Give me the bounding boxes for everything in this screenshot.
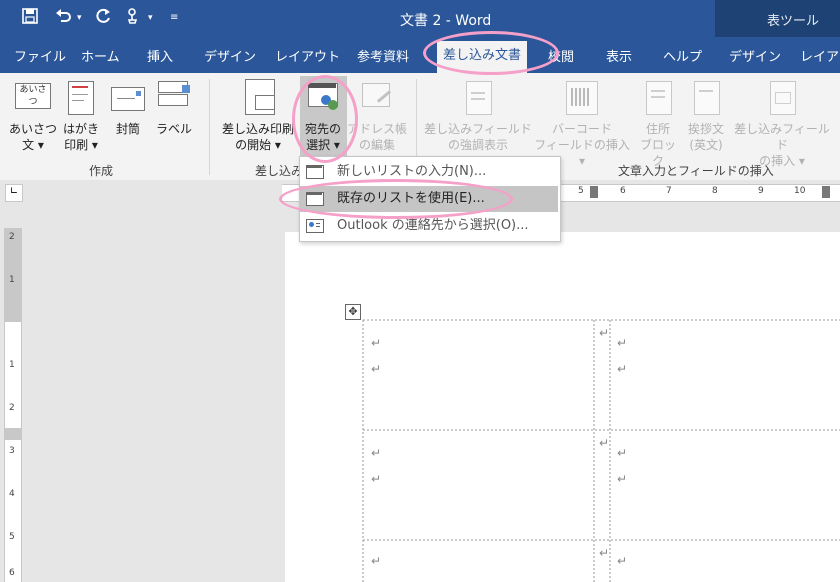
address-block-label: 住所 [645, 122, 670, 136]
label-table-grid [362, 319, 840, 582]
tab-file[interactable]: ファイル [14, 46, 66, 65]
insert-field-icon [770, 81, 796, 115]
ruler-tick: 2 [9, 403, 15, 413]
highlight-fields-label: 差し込みフィールド [424, 122, 532, 136]
highlight-circle-existing-list [279, 179, 513, 219]
start-mail-merge-label: 差し込み印刷 [221, 122, 294, 136]
ruler-tick: 6 [620, 186, 626, 196]
start-mail-merge-label2: の開始 ▾ [235, 138, 281, 152]
edit-list-icon [362, 83, 394, 111]
end-of-cell-mark: ↵ [599, 326, 610, 340]
ruler-tick: 5 [9, 532, 15, 542]
vertical-ruler[interactable]: 2 1 1 2 3 4 5 6 [4, 228, 22, 582]
ribbon-tabs: ファイル ホーム 挿入 デザイン レイアウト 参考資料 差し込み文書 校閲 表示… [0, 37, 840, 73]
highlight-circle-mailings-tab [423, 31, 559, 75]
postcard-button-label: はがき [62, 122, 99, 136]
highlight-fields-button[interactable]: 差し込みフィールド の強調表示 [424, 121, 532, 153]
edit-list-label2: の編集 [358, 138, 395, 152]
paragraph-mark: ↵ [617, 336, 628, 350]
greeting-button-label: あいさつ [8, 122, 57, 136]
highlight-fields-icon [466, 81, 492, 115]
paragraph-mark: ↵ [371, 554, 382, 568]
highlight-fields-label2: の強調表示 [447, 138, 508, 152]
postcard-button[interactable]: はがき 印刷 ▾ [60, 121, 102, 153]
ruler-tick: 1 [9, 275, 15, 285]
tab-help[interactable]: ヘルプ [663, 46, 702, 65]
paragraph-mark: ↵ [371, 446, 382, 460]
address-block-icon [646, 81, 672, 115]
ruler-tick: 3 [9, 446, 15, 456]
tab-view[interactable]: 表示 [606, 46, 632, 65]
paragraph-mark: ↵ [371, 362, 382, 376]
greeting-line-label2: (英文) [689, 138, 723, 152]
paragraph-mark: ↵ [617, 446, 628, 460]
barcode-label: バーコード [551, 122, 612, 136]
table-tools-title: 表ツール [767, 14, 820, 29]
window-title: 文書 2 - Word [400, 13, 492, 29]
start-mail-merge-button[interactable]: 差し込み印刷 の開始 ▾ [216, 121, 300, 153]
tab-layout[interactable]: レイアウト [275, 46, 340, 65]
ruler-tick: 1 [9, 360, 15, 370]
ruler-tick: 8 [712, 186, 718, 196]
new-list-icon [306, 165, 324, 179]
insert-field-label: 差し込みフィールド [734, 122, 830, 152]
envelope-button-label: 封筒 [115, 122, 140, 136]
tab-references[interactable]: 参考資料 [357, 46, 409, 65]
greeting-button[interactable]: あいさつ 文 ▾ [8, 121, 58, 153]
ruler-column-marker[interactable] [590, 186, 598, 198]
ruler-tick: 10 [794, 186, 806, 196]
postcard-button-label2: 印刷 ▾ [64, 138, 98, 152]
tab-selector-icon[interactable]: ∟ [5, 184, 23, 202]
paragraph-mark: ↵ [617, 362, 628, 376]
group-write-insert-label: 文章入力とフィールドの挿入 [618, 164, 774, 178]
tab-table-layout[interactable]: レイアウ [800, 46, 840, 65]
paragraph-mark: ↵ [371, 336, 382, 350]
save-icon[interactable] [22, 8, 38, 28]
start-mail-merge-icon [245, 79, 275, 115]
greeting-line-icon [694, 81, 720, 115]
title-bar: ▾ ▾ ≡ 文書 2 - Word 表ツール [0, 0, 840, 73]
tab-table-design[interactable]: デザイン [729, 46, 781, 65]
tab-design[interactable]: デザイン [204, 46, 256, 65]
barcode-icon [566, 81, 598, 115]
ruler-tick: 6 [9, 568, 15, 578]
greeting-card-icon: あいさつ [15, 83, 51, 109]
ruler-row-marker[interactable] [5, 428, 21, 440]
ruler-tick: 7 [666, 186, 672, 196]
group-create-label: 作成 [89, 164, 114, 178]
labels-icon [158, 81, 190, 111]
tab-home[interactable]: ホーム [81, 46, 120, 65]
outlook-contacts-icon [306, 219, 324, 233]
greeting-line-label: 挨拶文 [687, 122, 724, 136]
ruler-tick: 5 [578, 186, 584, 196]
redo-icon[interactable] [96, 8, 112, 28]
envelope-button[interactable]: 封筒 [108, 121, 148, 137]
ruler-column-marker[interactable] [822, 186, 830, 198]
group-separator [209, 79, 210, 175]
highlight-circle-select-recipients [292, 75, 358, 163]
touch-dropdown-icon[interactable]: ▾ [148, 13, 153, 23]
paragraph-mark: ↵ [371, 472, 382, 486]
paragraph-mark: ↵ [617, 472, 628, 486]
ruler-tick: 4 [9, 489, 15, 499]
document-page[interactable]: ✥ ↵ ↵ ↵ ↵ ↵ ↵ ↵ ↵ ↵ ↵ ↵ ↵ ↵ [285, 232, 840, 582]
postcard-icon [68, 81, 94, 115]
touch-mode-icon[interactable] [125, 8, 141, 28]
ruler-tick: 2 [9, 232, 15, 242]
end-of-cell-mark: ↵ [599, 546, 610, 560]
greeting-button-label2: 文 ▾ [22, 138, 44, 152]
tab-insert[interactable]: 挿入 [147, 46, 173, 65]
ruler-tick: 9 [758, 186, 764, 196]
undo-dropdown-icon[interactable]: ▾ [77, 13, 82, 23]
paragraph-mark: ↵ [617, 554, 628, 568]
undo-icon[interactable] [55, 8, 73, 28]
envelope-icon [111, 87, 145, 111]
customize-qat-icon[interactable]: ≡ [170, 12, 178, 23]
greeting-line-button[interactable]: 挨拶文 (英文) [682, 121, 730, 153]
labels-button[interactable]: ラベル [152, 121, 196, 137]
labels-button-label: ラベル [155, 122, 192, 136]
group-start-merge-label: 差し込み [255, 164, 304, 178]
end-of-cell-mark: ↵ [599, 436, 610, 450]
